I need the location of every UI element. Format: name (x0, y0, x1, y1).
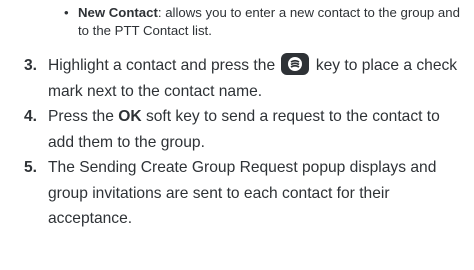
center-select-key-icon (281, 53, 310, 75)
step-4: 4. Press the OK soft key to send a reque… (24, 104, 469, 155)
bullet-term: New Contact (78, 5, 158, 20)
step-number: 5. (24, 159, 38, 176)
bullet-text: New Contact: allows you to enter a new c… (78, 4, 469, 40)
step-number: 4. (24, 108, 38, 125)
bullet-item-new-contact: • New Contact: allows you to enter a new… (64, 4, 469, 40)
bullet-dot: • (64, 5, 69, 20)
step-5: 5. The Sending Create Group Request popu… (24, 155, 469, 232)
ok-soft-key-label: OK (118, 108, 142, 125)
step-body: Press the OK soft key to send a request … (48, 104, 469, 155)
manual-page: • New Contact: allows you to enter a new… (0, 0, 474, 270)
step-3: 3. Highlight a contact and press the key… (24, 53, 469, 104)
step-body: Highlight a contact and press the key to… (48, 53, 469, 104)
step-body: The Sending Create Group Request popup d… (48, 159, 437, 227)
step-number: 3. (24, 57, 38, 74)
step-text-before: Press the (48, 108, 114, 125)
step-text-before: Highlight a contact and press the (48, 57, 276, 74)
